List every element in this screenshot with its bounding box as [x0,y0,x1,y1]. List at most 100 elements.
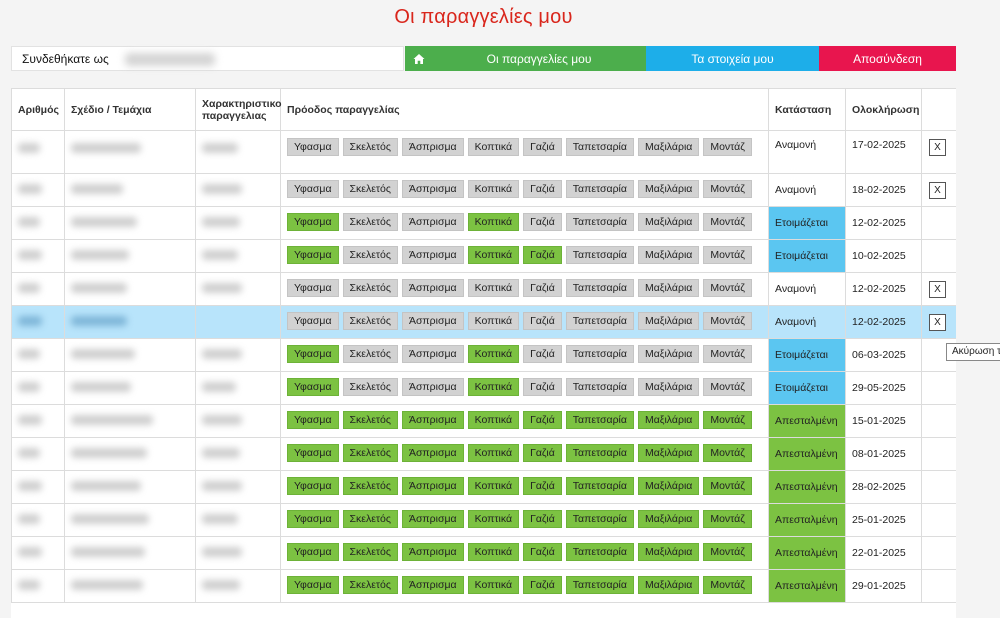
cell-completion: 06-03-2025 [845,338,922,372]
table-row[interactable]: Υφασμα Σκελετός Άσπρισμα Κοπτικά Γαζιά Ταπετσ… [11,130,956,174]
stage-badge: Μαξιλάρια [637,510,700,528]
home-icon [413,53,424,64]
order-number-redacted [18,349,40,359]
stage-badge: Γαζιά [523,576,562,594]
table-row[interactable]: Υφασμα Σκελετός Άσπρισμα Κοπτικά Γαζιά Ταπετσ… [11,404,956,438]
feature-redacted [202,250,238,260]
cell-feature-redacted [195,404,281,438]
table-row[interactable]: Υφασμα Σκελετός Άσπρισμα Κοπτικά Γαζιά Ταπετσ… [11,272,956,306]
cancel-order-button[interactable]: X [929,139,946,156]
stage-badge: Γαζιά [523,477,562,495]
status-badge: Αναμονή [775,184,817,196]
progress-stages: Υφασμα Σκελετός Άσπρισμα Κοπτικά Γαζιά Ταπετσ… [287,339,762,363]
cell-order-number-redacted [11,404,65,438]
cell-progress: Υφασμα Σκελετός Άσπρισμα Κοπτικά Γαζιά Ταπετσ… [280,536,769,570]
table-row[interactable]: Υφασμα Σκελετός Άσπρισμα Κοπτικά Γαζιά Ταπετσ… [11,239,956,273]
stage-badge: Μαξιλάρια [637,279,700,297]
stage-badge: Ταπετσαρία [565,543,634,561]
cell-progress: Υφασμα Σκελετός Άσπρισμα Κοπτικά Γαζιά Ταπετσ… [280,239,769,273]
cell-order-number-redacted [11,437,65,471]
my-details-button[interactable]: Τα στοιχεία μου [646,46,819,71]
column-header-order[interactable]: Αριθμός [11,88,65,131]
order-number-redacted [18,382,40,392]
cell-design-redacted [64,404,196,438]
cell-design-redacted [64,338,196,372]
cell-progress: Υφασμα Σκελετός Άσπρισμα Κοπτικά Γαζιά Ταπετσ… [280,371,769,405]
stage-badge: Μοντάζ [703,510,752,528]
progress-stages: Υφασμα Σκελετός Άσπρισμα Κοπτικά Γαζιά Ταπετσ… [287,273,762,297]
stage-badge: Μαξιλάρια [637,543,700,561]
order-number-redacted [18,316,42,326]
progress-stages: Υφασμα Σκελετός Άσπρισμα Κοπτικά Γαζιά Ταπετσ… [287,240,762,264]
stage-badge: Ταπετσαρία [565,477,634,495]
cell-completion: 12-02-2025 [845,272,922,306]
stage-badge: Μαξιλάρια [637,477,700,495]
table-row[interactable]: Υφασμα Σκελετός Άσπρισμα Κοπτικά Γαζιά Ταπετσ… [11,173,956,207]
feature-redacted [202,580,240,590]
table-row[interactable]: Υφασμα Σκελετός Άσπρισμα Κοπτικά Γαζιά Ταπετσ… [11,470,956,504]
cell-completion: 08-01-2025 [845,437,922,471]
cell-design-redacted [64,536,196,570]
cell-design-redacted [64,272,196,306]
cancel-order-button[interactable]: X [929,314,946,331]
cell-progress: Υφασμα Σκελετός Άσπρισμα Κοπτικά Γαζιά Ταπετσ… [280,130,769,174]
cell-progress: Υφασμα Σκελετός Άσπρισμα Κοπτικά Γαζιά Ταπετσ… [280,437,769,471]
orders-table-body: Υφασμα Σκελετός Άσπρισμα Κοπτικά Γαζιά Ταπετσ… [11,130,956,603]
stage-badge: Γαζιά [523,411,562,429]
table-row[interactable]: Υφασμα Σκελετός Άσπρισμα Κοπτικά Γαζιά Ταπετσ… [11,371,956,405]
stage-badge: Σκελετός [342,312,398,330]
status-badge: Απεσταλμένη [775,580,838,592]
cell-feature-redacted [195,437,281,471]
stage-badge: Γαζιά [523,213,562,231]
stage-badge: Μαξιλάρια [637,444,700,462]
status-badge: Απεσταλμένη [775,448,838,460]
design-redacted [71,143,141,153]
table-row[interactable]: Υφασμα Σκελετός Άσπρισμα Κοπτικά Γαζιά Ταπετσ… [11,305,956,339]
feature-redacted [202,283,242,293]
progress-stages: Υφασμα Σκελετός Άσπρισμα Κοπτικά Γαζιά Ταπετσ… [287,471,762,495]
column-header-completion[interactable]: Ολοκλήρωση [845,88,922,131]
cell-completion: 25-01-2025 [845,503,922,537]
status-badge: Ετοιμάζεται [775,382,829,394]
cell-order-number-redacted [11,503,65,537]
order-number-redacted [18,283,40,293]
column-header-feature[interactable]: Χαρακτηριστικο παραγγελιας [195,88,281,131]
cancel-order-button[interactable]: X [929,182,946,199]
stage-badge: Γαζιά [523,444,562,462]
cell-actions [921,371,956,405]
order-number-redacted [18,217,40,227]
table-row[interactable]: Υφασμα Σκελετός Άσπρισμα Κοπτικά Γαζιά Ταπετσ… [11,338,956,372]
cell-completion: 18-02-2025 [845,173,922,207]
design-redacted [71,283,127,293]
completion-date: 12-02-2025 [852,217,906,229]
username-redacted [125,53,215,66]
stage-badge: Ταπετσαρία [565,246,634,264]
home-button[interactable] [405,46,432,71]
table-row[interactable]: Υφασμα Σκελετός Άσπρισμα Κοπτικά Γαζιά Ταπετσ… [11,569,956,603]
progress-stages: Υφασμα Σκελετός Άσπρισμα Κοπτικά Γαζιά Ταπετσ… [287,207,762,231]
stage-badge: Μοντάζ [703,477,752,495]
feature-redacted [202,448,240,458]
stage-badge: Άσπρισμα [401,213,464,231]
stage-badge: Γαζιά [523,138,562,156]
cancel-order-button[interactable]: X [929,281,946,298]
cell-status: Απεσταλμένη [768,503,846,537]
cell-actions [921,239,956,273]
table-row[interactable]: Υφασμα Σκελετός Άσπρισμα Κοπτικά Γαζιά Ταπετσ… [11,536,956,570]
completion-date: 29-01-2025 [852,580,906,592]
table-row[interactable]: Υφασμα Σκελετός Άσπρισμα Κοπτικά Γαζιά Ταπετσ… [11,206,956,240]
logout-button[interactable]: Αποσύνδεση [819,46,956,71]
stage-badge: Κοπτικά [467,378,520,396]
stage-badge: Ταπετσαρία [565,180,634,198]
column-header-design[interactable]: Σχέδιο / Τεμάχια [64,88,196,131]
design-redacted [71,547,145,557]
my-orders-button[interactable]: Οι παραγγελίες μου [432,46,646,71]
table-row[interactable]: Υφασμα Σκελετός Άσπρισμα Κοπτικά Γαζιά Ταπετσ… [11,503,956,537]
column-header-status[interactable]: Κατάσταση [768,88,846,131]
stage-badge: Γαζιά [523,246,562,264]
feature-redacted [202,415,242,425]
completion-date: 17-02-2025 [852,139,906,151]
column-header-progress[interactable]: Πρόοδος παραγγελίας [280,88,769,131]
cell-feature-redacted [195,206,281,240]
table-row[interactable]: Υφασμα Σκελετός Άσπρισμα Κοπτικά Γαζιά Ταπετσ… [11,437,956,471]
